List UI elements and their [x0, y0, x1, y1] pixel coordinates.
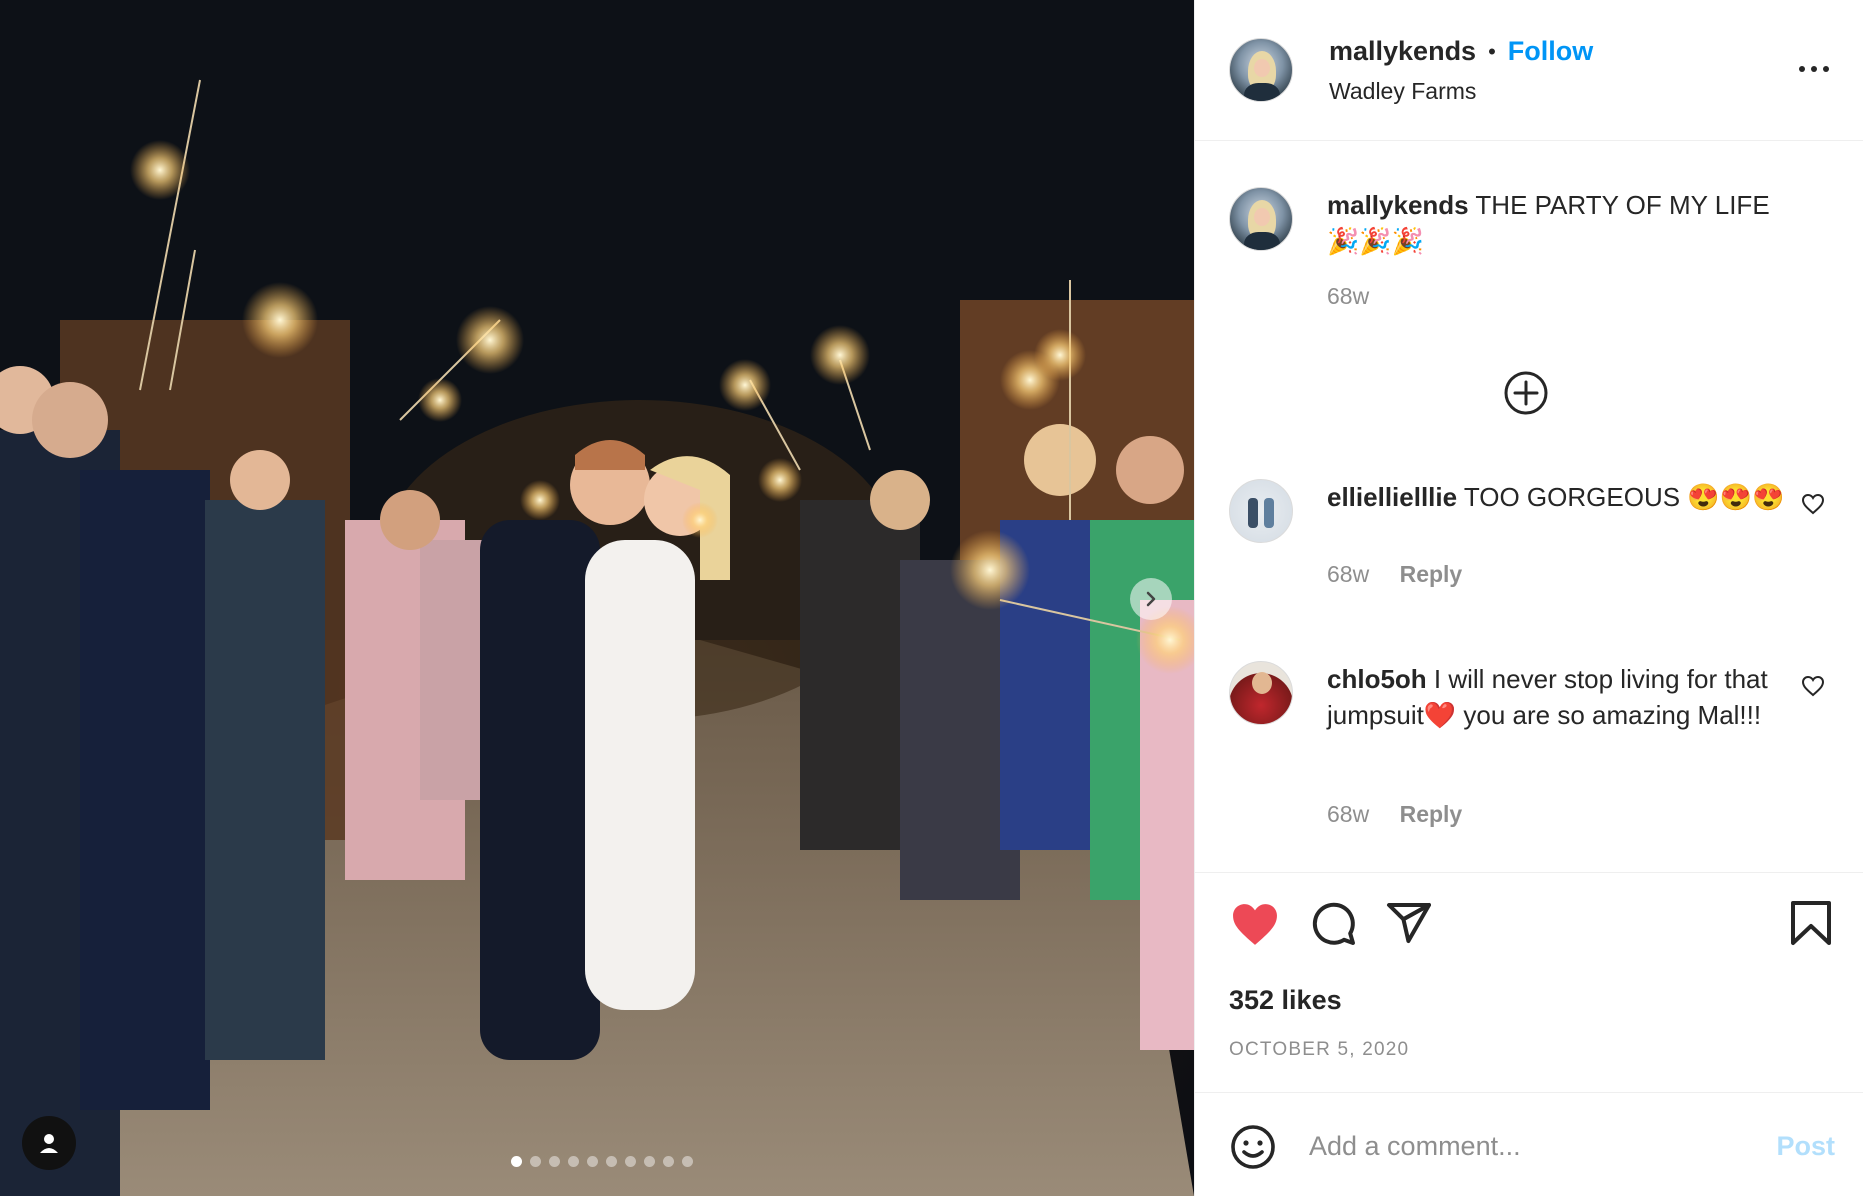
share-icon[interactable] — [1385, 899, 1433, 947]
chevron-right-icon — [1146, 591, 1156, 607]
comment-avatar[interactable] — [1229, 479, 1293, 543]
comment-avatar[interactable] — [1229, 661, 1293, 725]
comment-text: chlo5oh I will never stop living for tha… — [1327, 661, 1797, 733]
header-username[interactable]: mallykends — [1329, 36, 1476, 67]
heart-outline-icon[interactable] — [1801, 493, 1825, 515]
carousel-dot — [644, 1156, 655, 1167]
smiley-icon[interactable] — [1229, 1123, 1277, 1171]
carousel-dot — [606, 1156, 617, 1167]
carousel-dot — [568, 1156, 579, 1167]
carousel-dot — [682, 1156, 693, 1167]
heart-filled-icon[interactable] — [1229, 901, 1281, 947]
carousel-dot — [530, 1156, 541, 1167]
caption-text: mallykends THE PARTY OF MY LIFE 🎉🎉🎉 — [1327, 187, 1797, 259]
user-icon — [40, 1134, 58, 1153]
post-header: mallykends • Follow Wadley Farms — [1195, 0, 1863, 141]
post-comment-button[interactable]: Post — [1776, 1131, 1835, 1162]
caption-body: THE PARTY OF MY LIFE — [1475, 190, 1770, 220]
carousel-dot — [587, 1156, 598, 1167]
follow-button[interactable]: Follow — [1508, 36, 1593, 67]
post-photo[interactable] — [0, 0, 1194, 1196]
caption-emoji: 🎉🎉🎉 — [1327, 226, 1425, 256]
comment-meta: 68w Reply — [1327, 561, 1462, 588]
caption-avatar[interactable] — [1229, 187, 1293, 251]
header-separator: • — [1488, 38, 1496, 64]
next-photo-button[interactable] — [1130, 578, 1172, 620]
plus-circle-icon — [1504, 371, 1548, 415]
comment-text: elliellielllie TOO GORGEOUS 😍😍😍 — [1327, 479, 1797, 515]
comment-age[interactable]: 68w — [1327, 561, 1369, 587]
load-more-comments-button[interactable] — [1503, 370, 1549, 416]
instagram-post: mallykends • Follow Wadley Farms mallyke… — [0, 0, 1863, 1196]
more-options-icon[interactable] — [1799, 66, 1829, 72]
post-side-panel: mallykends • Follow Wadley Farms mallyke… — [1194, 0, 1863, 1196]
location-link[interactable]: Wadley Farms — [1329, 78, 1476, 105]
comment-input[interactable]: Add a comment... — [1309, 1131, 1521, 1162]
heart-outline-icon[interactable] — [1801, 675, 1825, 697]
add-comment-bar: Add a comment... Post — [1195, 1092, 1863, 1197]
post-date[interactable]: OCTOBER 5, 2020 — [1229, 1039, 1409, 1061]
carousel-dot — [511, 1156, 522, 1167]
post-actions: 352 likes OCTOBER 5, 2020 — [1195, 872, 1863, 1093]
carousel-dot — [663, 1156, 674, 1167]
reply-button[interactable]: Reply — [1400, 561, 1463, 587]
photo-illustration — [0, 0, 1194, 1196]
comment-icon[interactable] — [1309, 899, 1357, 947]
likes-count[interactable]: 352 likes — [1229, 985, 1342, 1016]
reply-button[interactable]: Reply — [1400, 801, 1463, 827]
carousel-dot — [625, 1156, 636, 1167]
comments-area: mallykends THE PARTY OF MY LIFE 🎉🎉🎉 68w — [1195, 141, 1863, 872]
caption-username[interactable]: mallykends — [1327, 190, 1469, 220]
comment-username[interactable]: chlo5oh — [1327, 664, 1427, 694]
comment-age[interactable]: 68w — [1327, 801, 1369, 827]
carousel-dot — [549, 1156, 560, 1167]
avatar[interactable] — [1229, 38, 1293, 102]
comment-body: TOO GORGEOUS 😍😍😍 — [1463, 482, 1785, 512]
comment-meta: 68w Reply — [1327, 801, 1462, 828]
carousel-indicator — [0, 1156, 1194, 1167]
comment-username[interactable]: elliellielllie — [1327, 482, 1457, 512]
bookmark-icon[interactable] — [1789, 899, 1833, 947]
caption-age[interactable]: 68w — [1327, 283, 1369, 310]
